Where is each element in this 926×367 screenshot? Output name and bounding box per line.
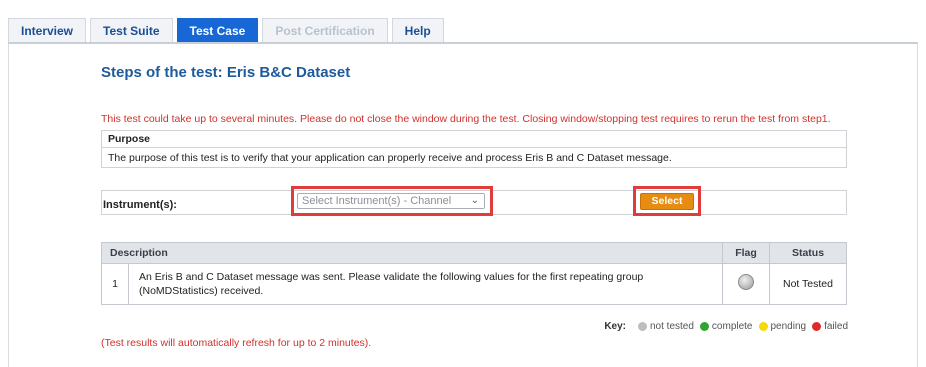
tab-test-case[interactable]: Test Case [176,18,259,42]
key-not-tested-label: not tested [650,321,694,332]
column-header-flag: Flag [722,242,770,264]
key-complete: complete [699,321,753,332]
table-header-row: Description Flag Status [101,242,847,264]
key-pending-label: pending [770,321,807,332]
tab-interview[interactable]: Interview [8,18,87,42]
tab-bar: Interview Test Suite Test Case Post Cert… [8,18,918,44]
steps-table: Description Flag Status 1 An Eris B and … [101,242,847,305]
pending-dot-icon [758,322,768,331]
key-failed-label: failed [824,321,848,332]
key-failed: failed [812,321,848,332]
step-status: Not Tested [769,263,847,305]
key-pending: pending [758,321,807,332]
tab-post-certification: Post Certification [262,18,388,42]
instrument-select[interactable]: Select Instrument(s) - Channel ⌄ [297,193,485,209]
not-tested-dot-icon [638,322,647,331]
not-tested-icon [738,274,754,290]
purpose-panel: Purpose The purpose of this test is to v… [101,130,847,168]
step-description: An Eris B and C Dataset message was sent… [128,263,723,305]
select-button[interactable]: Select [640,193,694,210]
refresh-note: (Test results will automatically refresh… [101,337,372,349]
step-flag [722,263,770,305]
tab-test-suite[interactable]: Test Suite [90,18,173,42]
complete-dot-icon [699,322,709,331]
step-number: 1 [101,263,129,305]
instrument-select-value: Select Instrument(s) - Channel [302,195,452,207]
table-row: 1 An Eris B and C Dataset message was se… [101,263,847,305]
key-label: Key: [604,321,626,332]
page-title: Steps of the test: Eris B&C Dataset [101,64,351,81]
key-not-tested: not tested [638,321,694,332]
purpose-heading: Purpose [102,131,846,148]
tab-help[interactable]: Help [391,18,444,42]
chevron-down-icon: ⌄ [470,195,479,206]
failed-dot-icon [812,322,822,331]
warning-message: This test could take up to several minut… [101,113,831,125]
purpose-text: The purpose of this test is to verify th… [108,152,672,164]
key-complete-label: complete [711,321,753,332]
column-header-status: Status [769,242,847,264]
status-key: Key: not tested complete pending failed [604,321,848,332]
column-header-description: Description [101,242,723,264]
instrument-label: Instrument(s): [103,199,177,211]
